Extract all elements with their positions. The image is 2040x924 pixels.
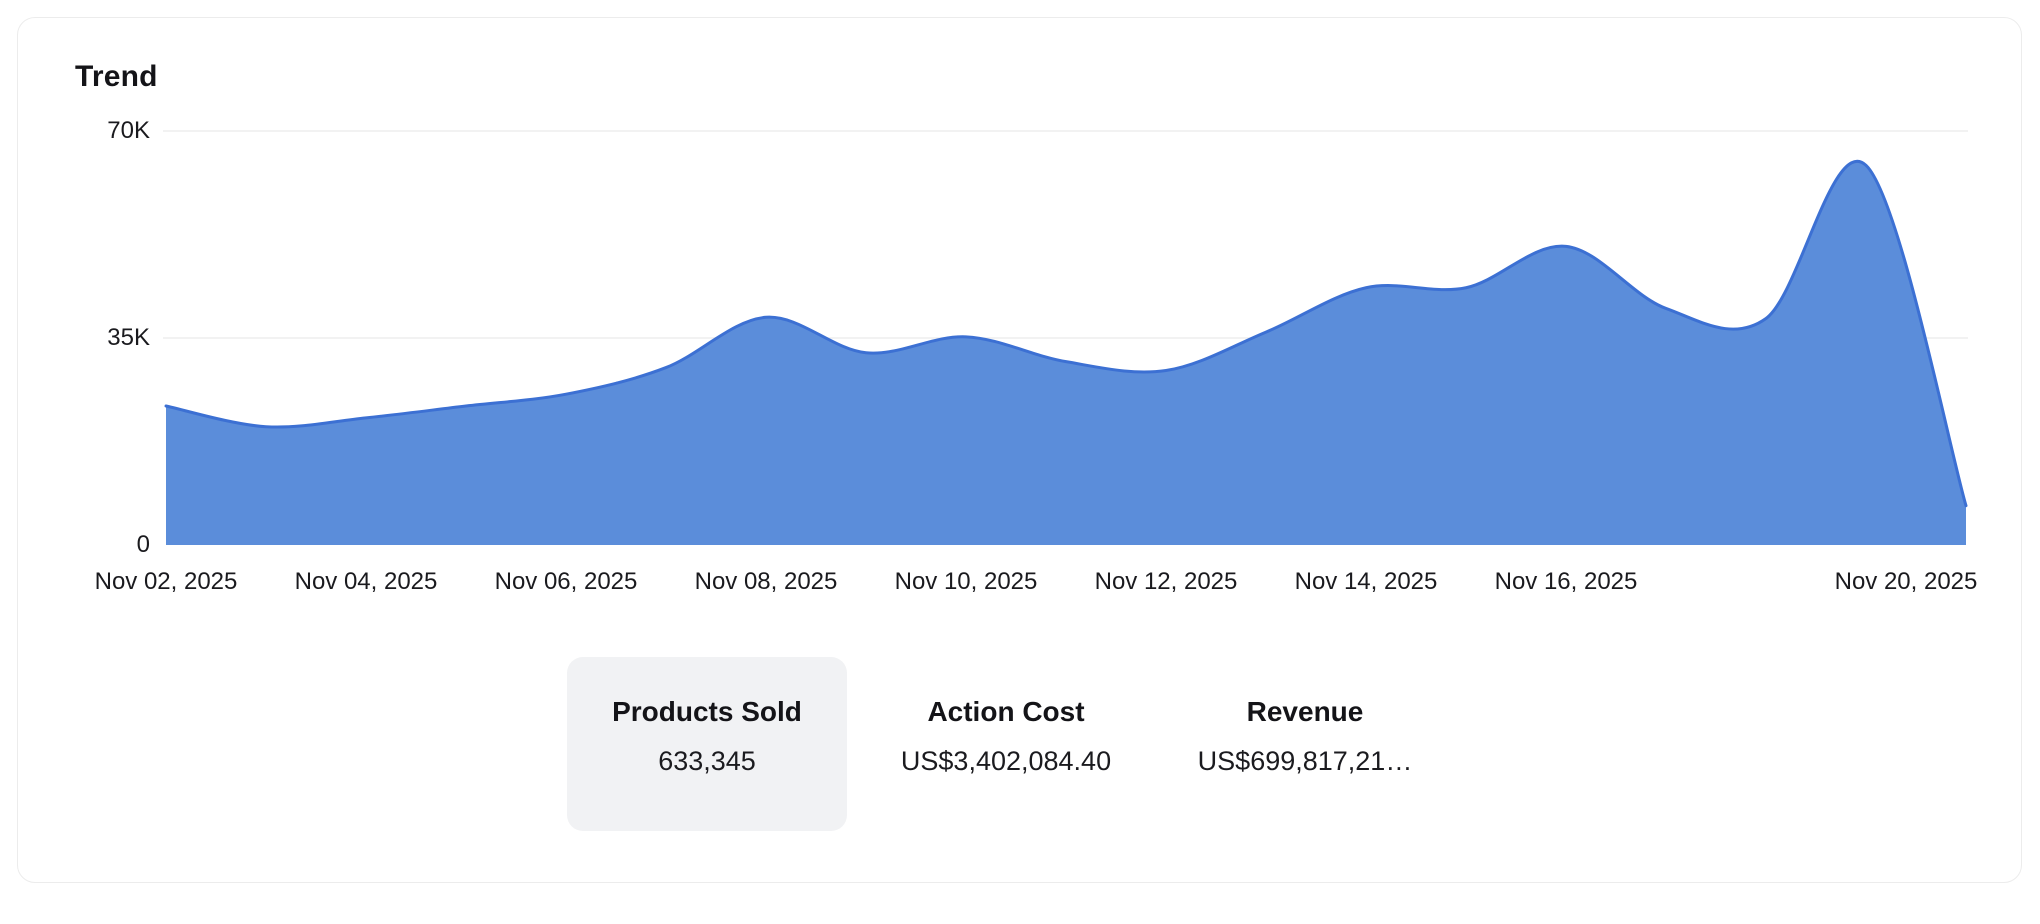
metric-selector: Products Sold 633,345 Action Cost US$3,4… — [567, 657, 1445, 831]
x-axis-label: Nov 10, 2025 — [895, 567, 1038, 597]
metric-revenue[interactable]: Revenue US$699,817,21… — [1165, 657, 1445, 831]
x-axis-label: Nov 06, 2025 — [495, 567, 638, 597]
metric-label: Revenue — [1165, 697, 1445, 727]
x-axis-label: Nov 02, 2025 — [95, 567, 238, 597]
metric-label: Action Cost — [866, 697, 1146, 727]
metric-value: US$3,402,084.40 — [866, 744, 1146, 778]
metric-value: US$699,817,21… — [1165, 744, 1445, 778]
chart-gridlines — [163, 131, 1968, 338]
y-axis-tick-35k: 35K — [40, 323, 150, 353]
x-axis-label: Nov 08, 2025 — [695, 567, 838, 597]
metric-label: Products Sold — [567, 697, 847, 727]
metric-action-cost[interactable]: Action Cost US$3,402,084.40 — [866, 657, 1146, 831]
x-axis-label: Nov 04, 2025 — [295, 567, 438, 597]
area-series-fill — [166, 161, 1966, 545]
y-axis-tick-70k: 70K — [40, 116, 150, 146]
x-axis-label: Nov 16, 2025 — [1495, 567, 1638, 597]
metric-products-sold[interactable]: Products Sold 633,345 — [567, 657, 847, 831]
x-axis-label: Nov 12, 2025 — [1095, 567, 1238, 597]
trend-card: Trend 70K 35K 0 Nov 02, 2025 Nov 04, 202… — [17, 17, 2022, 883]
x-axis-label: Nov 20, 2025 — [1835, 567, 1978, 597]
y-axis-tick-0: 0 — [40, 530, 150, 560]
metric-value: 633,345 — [567, 744, 847, 778]
x-axis-label: Nov 14, 2025 — [1295, 567, 1438, 597]
